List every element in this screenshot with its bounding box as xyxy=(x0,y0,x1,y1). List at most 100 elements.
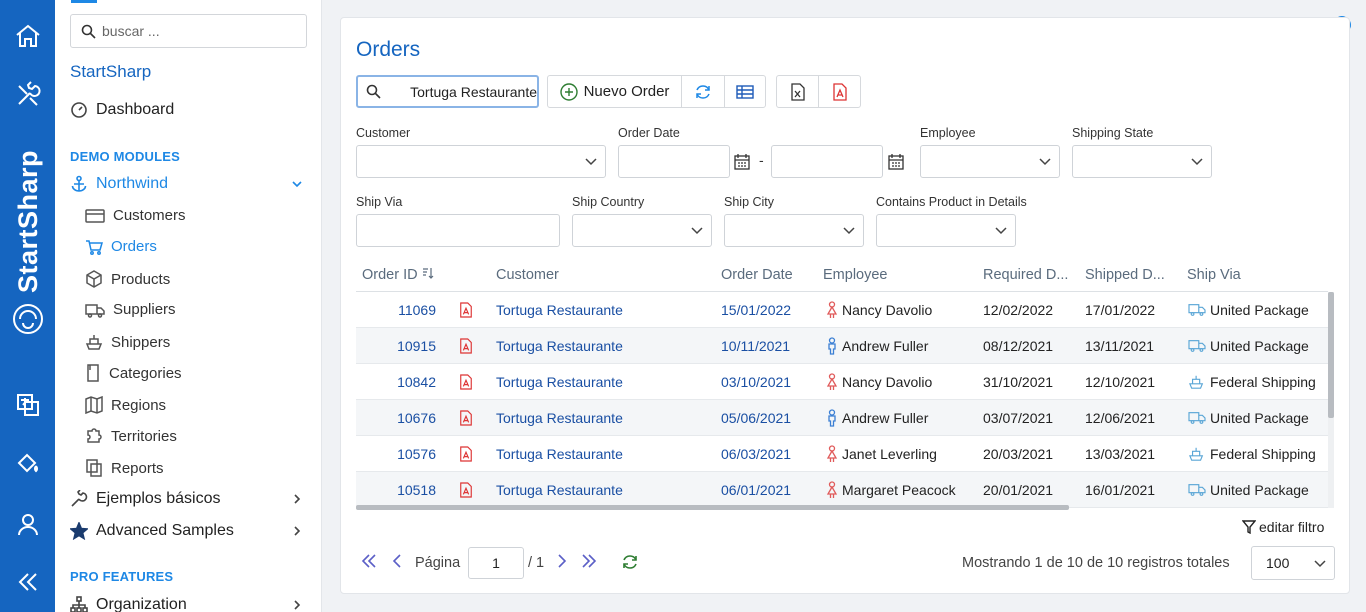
page-number-input[interactable] xyxy=(468,547,524,579)
pdf-icon[interactable] xyxy=(459,337,473,355)
new-order-button[interactable]: Nuevo Order xyxy=(548,76,682,107)
order-id-link[interactable]: 11069 xyxy=(386,302,436,318)
prev-page-icon[interactable] xyxy=(391,553,403,569)
home-icon[interactable] xyxy=(0,16,55,56)
excel-export-button[interactable] xyxy=(777,76,819,107)
sidebar-brand[interactable]: StartSharp xyxy=(70,62,151,82)
sidebar-item-dashboard[interactable]: Dashboard xyxy=(70,101,174,119)
grid-header: Order ID Customer Order Date Employee Re… xyxy=(356,260,1328,292)
calendar-icon[interactable] xyxy=(734,154,750,170)
order-date-start-input[interactable] xyxy=(618,145,730,178)
tools-icon[interactable] xyxy=(0,75,55,115)
customer-link[interactable]: Tortuga Restaurante xyxy=(496,482,623,498)
male-icon xyxy=(828,409,836,427)
pdf-export-button[interactable] xyxy=(819,76,860,107)
order-id-link[interactable]: 10842 xyxy=(386,374,436,390)
customer-link[interactable]: Tortuga Restaurante xyxy=(496,446,623,462)
order-id-link[interactable]: 10576 xyxy=(386,446,436,462)
first-page-icon[interactable] xyxy=(361,553,377,569)
sidebar-item-suppliers[interactable]: Suppliers xyxy=(85,301,176,318)
column-picker-button[interactable] xyxy=(725,76,765,107)
chevron-right-icon xyxy=(294,600,301,610)
paint-bucket-icon[interactable] xyxy=(0,443,55,483)
sidebar-item-northwind[interactable]: Northwind xyxy=(70,175,307,193)
table-row[interactable]: 10576 Tortuga Restaurante 06/03/2021 Janet … xyxy=(356,436,1328,472)
translate-icon[interactable] xyxy=(0,385,55,425)
table-row[interactable]: 11069 Tortuga Restaurante 15/01/2022 Nancy … xyxy=(356,292,1328,328)
puzzle-icon xyxy=(87,428,102,443)
col-ship-via[interactable]: Ship Via xyxy=(1187,267,1241,283)
page-size-select[interactable]: 100 xyxy=(1251,546,1335,580)
customer-filter-select[interactable] xyxy=(356,145,606,178)
refresh-button[interactable] xyxy=(682,76,725,107)
order-date-cell: 10/11/2021 xyxy=(721,338,791,354)
collapse-icon[interactable] xyxy=(0,562,55,602)
sidebar-item-basic-samples[interactable]: Ejemplos básicos xyxy=(70,490,307,508)
order-id-link[interactable]: 10676 xyxy=(386,410,436,426)
last-page-icon[interactable] xyxy=(581,553,597,569)
sidebar-item-reports[interactable]: Reports xyxy=(85,459,164,477)
pdf-icon[interactable] xyxy=(459,445,473,463)
scrollbar-thumb[interactable] xyxy=(1328,292,1334,418)
edit-filter-link[interactable]: editar filtro xyxy=(1242,519,1324,535)
sidebar-item-label: Territories xyxy=(111,427,177,445)
calendar-icon[interactable] xyxy=(888,154,904,170)
sidebar-item-regions[interactable]: Regions xyxy=(85,396,166,414)
col-order-date[interactable]: Order Date xyxy=(721,267,793,283)
employee-filter-select[interactable] xyxy=(920,145,1060,178)
pdf-icon[interactable] xyxy=(459,481,473,499)
sidebar-search-input[interactable] xyxy=(102,23,282,39)
sidebar-item-territories[interactable]: Territories xyxy=(85,427,177,445)
truck-icon xyxy=(1188,340,1206,352)
ship-icon xyxy=(1189,375,1204,389)
next-page-icon[interactable] xyxy=(556,553,568,569)
col-shipped-date[interactable]: Shipped D... xyxy=(1085,267,1165,283)
grid-horizontal-scrollbar[interactable] xyxy=(356,505,1069,510)
quick-search-input[interactable] xyxy=(387,83,537,100)
sidebar-item-categories[interactable]: Categories xyxy=(85,364,182,382)
filter-label-shipping-state: Shipping State xyxy=(1072,126,1154,140)
sidebar-item-organization[interactable]: Organization xyxy=(70,596,307,612)
section-demo-modules: DEMO MODULES xyxy=(70,149,181,164)
chevron-right-icon xyxy=(294,526,301,536)
contains-product-select[interactable] xyxy=(876,214,1016,247)
grid-vertical-scrollbar[interactable] xyxy=(1328,292,1334,508)
sidebar-item-customers[interactable]: Customers xyxy=(85,207,186,224)
copy-icon xyxy=(86,459,102,477)
wrench-icon xyxy=(71,490,88,507)
table-row[interactable]: 10518 Tortuga Restaurante 06/01/2021 Margar… xyxy=(356,472,1328,508)
table-row[interactable]: 10676 Tortuga Restaurante 05/06/2021 Andrew… xyxy=(356,400,1328,436)
sidebar-item-advanced-samples[interactable]: Advanced Samples xyxy=(70,522,307,540)
table-row[interactable]: 10842 Tortuga Restaurante 03/10/2021 Nancy … xyxy=(356,364,1328,400)
sidebar-search[interactable] xyxy=(70,14,307,48)
customer-link[interactable]: Tortuga Restaurante xyxy=(496,338,623,354)
user-icon[interactable] xyxy=(0,504,55,544)
ship-via-select[interactable] xyxy=(356,214,560,247)
sidebar-item-products[interactable]: Products xyxy=(85,270,170,288)
order-id-link[interactable]: 10915 xyxy=(386,338,436,354)
bookmark-icon xyxy=(87,364,99,382)
customer-link[interactable]: Tortuga Restaurante xyxy=(496,374,623,390)
table-row[interactable]: 10915 Tortuga Restaurante 10/11/2021 Andrew… xyxy=(356,328,1328,364)
col-required-date[interactable]: Required D... xyxy=(983,267,1068,283)
sidebar-item-label: Reports xyxy=(111,459,164,477)
customer-link[interactable]: Tortuga Restaurante xyxy=(496,302,623,318)
add-circle-icon xyxy=(559,82,578,101)
pdf-icon[interactable] xyxy=(459,301,473,319)
order-date-end-input[interactable] xyxy=(771,145,883,178)
col-employee[interactable]: Employee xyxy=(823,267,887,283)
pdf-icon[interactable] xyxy=(459,409,473,427)
sidebar-item-shippers[interactable]: Shippers xyxy=(85,333,170,351)
col-order-id[interactable]: Order ID xyxy=(362,267,434,283)
col-customer[interactable]: Customer xyxy=(496,267,559,283)
refresh-icon[interactable] xyxy=(621,553,639,571)
customer-link[interactable]: Tortuga Restaurante xyxy=(496,410,623,426)
shipping-state-select[interactable] xyxy=(1072,145,1212,178)
truck-icon xyxy=(1188,412,1206,424)
ship-country-select[interactable] xyxy=(572,214,712,247)
order-id-link[interactable]: 10518 xyxy=(386,482,436,498)
pdf-icon[interactable] xyxy=(459,373,473,391)
quick-search[interactable] xyxy=(356,75,539,108)
ship-city-select[interactable] xyxy=(724,214,864,247)
sidebar-item-orders[interactable]: Orders xyxy=(85,238,157,255)
